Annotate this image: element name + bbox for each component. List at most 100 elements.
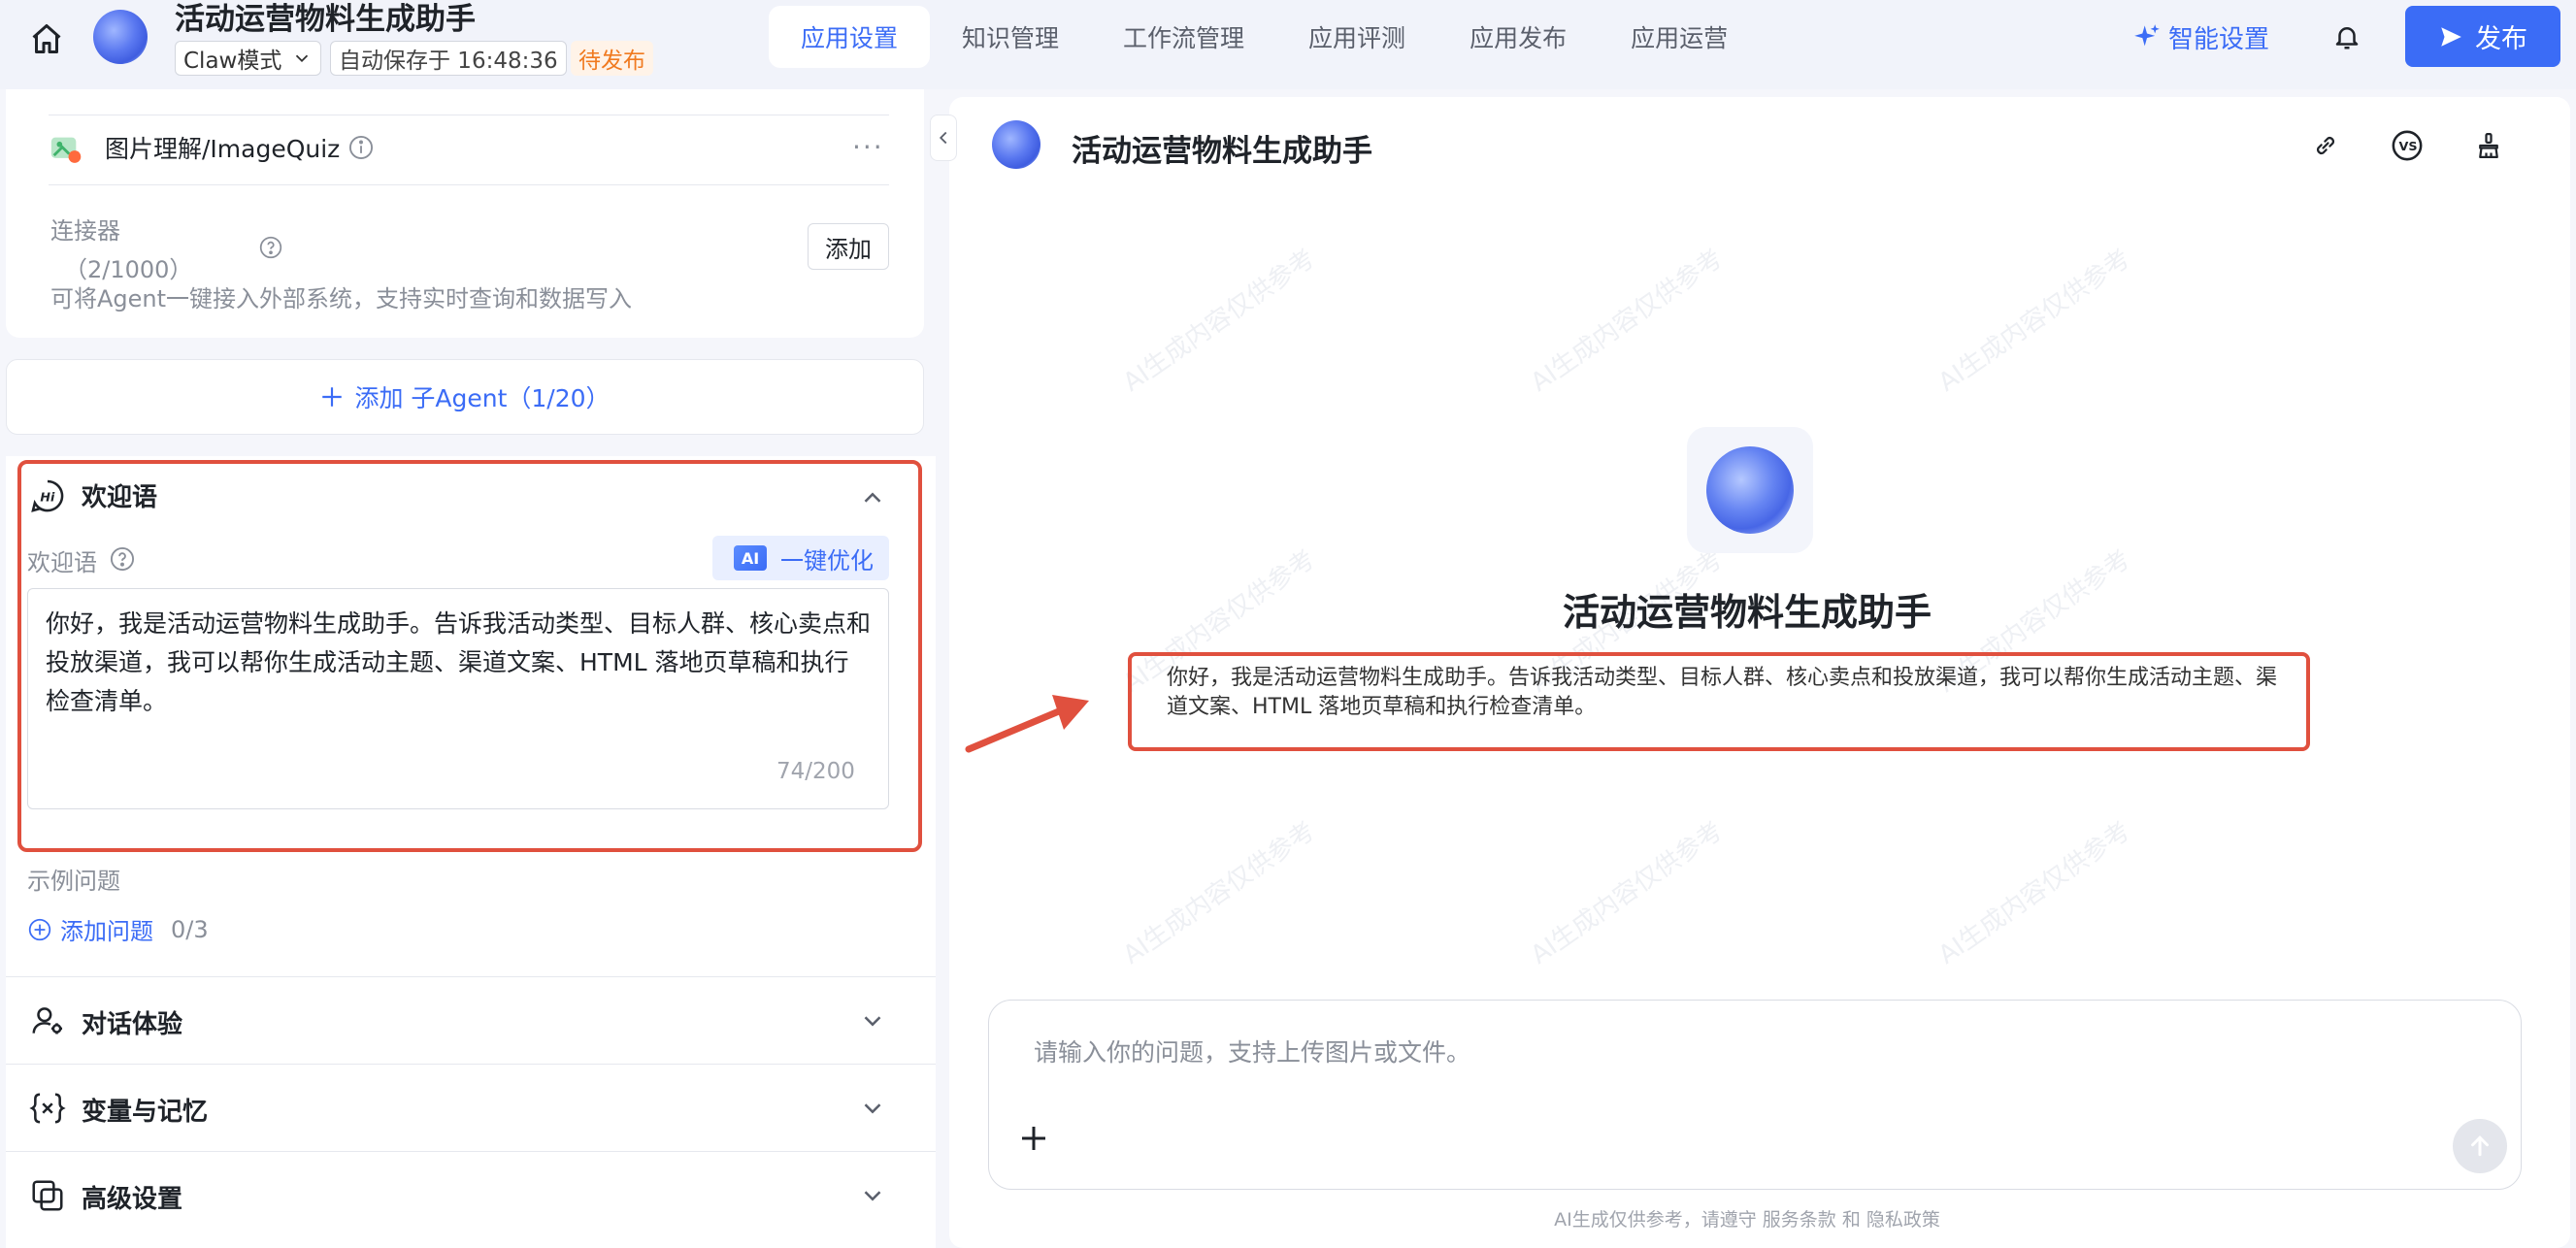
- variable-icon: [29, 1093, 66, 1124]
- chat-input-box[interactable]: 请输入你的问题，支持上传图片或文件。: [988, 1000, 2522, 1190]
- clear-button[interactable]: [2471, 128, 2506, 163]
- tab-evaluation[interactable]: 应用评测: [1276, 6, 1437, 68]
- home-button[interactable]: [25, 17, 68, 60]
- accordion-variables-memory[interactable]: 变量与记忆: [6, 1064, 936, 1149]
- smart-settings-label: 智能设置: [2168, 24, 2270, 54]
- plus-circle-icon: [28, 918, 51, 940]
- hero-logo-container: [1687, 427, 1813, 553]
- sparkle-icon: [2134, 24, 2160, 47]
- example-questions-label: 示例问题: [27, 868, 120, 895]
- hero-logo: [1706, 446, 1794, 534]
- accordion-dialog-experience[interactable]: 对话体验: [6, 976, 936, 1062]
- chevron-down-icon: [864, 1103, 881, 1114]
- info-icon[interactable]: [347, 134, 375, 161]
- left-config-panel: 图片理解/ImageQuiz ··· 连接器 （2/1000） 添加 可将Age…: [0, 89, 936, 1248]
- add-question-button[interactable]: 添加问题 0/3: [27, 912, 209, 946]
- divider: [49, 184, 889, 185]
- watermark: AI生成内容仅供参考: [1117, 244, 1321, 398]
- autosave-status: 自动保存于 16:48:36: [330, 41, 567, 76]
- send-button[interactable]: [2453, 1119, 2507, 1173]
- help-icon[interactable]: [109, 545, 136, 573]
- mode-select[interactable]: Claw模式: [175, 41, 322, 76]
- help-icon[interactable]: [258, 235, 283, 260]
- vs-icon: VS: [2392, 130, 2423, 161]
- watermark: AI生成内容仅供参考: [1525, 816, 1729, 970]
- app-logo: [93, 10, 148, 64]
- annotation-arrow: [965, 695, 1089, 753]
- chevron-down-icon: [296, 54, 309, 63]
- chevron-up-icon[interactable]: [858, 483, 887, 512]
- publish-button[interactable]: 发布: [2405, 6, 2560, 67]
- watermark: AI生成内容仅供参考: [1117, 816, 1321, 970]
- collapse-panel-button[interactable]: [930, 115, 957, 161]
- home-icon: [32, 24, 61, 53]
- copy-settings-icon: [32, 1180, 63, 1211]
- publish-label: 发布: [2475, 24, 2527, 54]
- welcome-section-title: 欢迎语: [82, 483, 158, 512]
- add-sub-agent-button[interactable]: 添加 子Agent（1/20）: [6, 359, 924, 435]
- ai-optimize-label: 一键优化: [780, 546, 874, 575]
- bell-icon: [2335, 27, 2359, 49]
- image-icon: [50, 137, 82, 163]
- ai-optimize-button[interactable]: AI 一键优化: [712, 536, 889, 580]
- smart-settings-button[interactable]: 智能设置: [2133, 17, 2269, 56]
- plugin-name: 图片理解/ImageQuiz: [105, 135, 341, 163]
- tab-workflow[interactable]: 工作流管理: [1091, 6, 1276, 68]
- arrow-up-icon: [2471, 1135, 2489, 1157]
- app-title: 活动运营物料生成助手: [175, 2, 476, 37]
- svg-text:VS: VS: [2399, 140, 2418, 154]
- skills-card: 图片理解/ImageQuiz ··· 连接器 （2/1000） 添加 可将Age…: [6, 89, 924, 338]
- top-bar: 活动运营物料生成助手 Claw模式 自动保存于 16:48:36 待发布 应用设…: [0, 0, 2576, 89]
- preview-panel: AI生成内容仅供参考 AI生成内容仅供参考 AI生成内容仅供参考 AI生成内容仅…: [949, 97, 2570, 1248]
- accordion-advanced-settings[interactable]: 高级设置: [6, 1151, 936, 1236]
- privacy-link[interactable]: 隐私政策: [1866, 1209, 1940, 1231]
- welcome-char-count: 74/200: [776, 759, 855, 784]
- welcome-textarea[interactable]: 你好，我是活动运营物料生成助手。告诉我活动类型、目标人群、核心卖点和投放渠道，我…: [27, 588, 889, 809]
- tab-app-settings[interactable]: 应用设置: [769, 6, 931, 68]
- chevron-left-icon: [939, 131, 947, 145]
- question-count: 0/3: [171, 915, 209, 943]
- hi-icon: Hi: [31, 479, 64, 512]
- user-settings-icon: [32, 1007, 63, 1035]
- terms-link[interactable]: 服务条款: [1763, 1209, 1836, 1231]
- nav-tabs: 应用设置 知识管理 工作流管理 应用评测 应用发布 应用运营: [769, 6, 1760, 68]
- more-options-icon[interactable]: ···: [852, 134, 884, 161]
- connector-description: 可将Agent一键接入外部系统，支持实时查询和数据写入: [50, 285, 633, 312]
- hero-title: 活动运营物料生成助手: [1562, 591, 1932, 634]
- add-sub-agent-label: 添加 子Agent（1/20）: [354, 384, 611, 412]
- watermark: AI生成内容仅供参考: [1932, 816, 2136, 970]
- disclaimer: AI生成仅供参考，请遵守 服务条款 和 隐私政策: [949, 1205, 2545, 1232]
- mode-select-label: Claw模式: [183, 49, 282, 74]
- watermark: AI生成内容仅供参考: [1525, 244, 1729, 398]
- add-connector-button[interactable]: 添加: [808, 223, 889, 270]
- welcome-label: 欢迎语: [27, 549, 97, 576]
- link-button[interactable]: [2308, 128, 2343, 163]
- svg-text:Hi: Hi: [40, 490, 55, 505]
- plus-icon[interactable]: [1016, 1121, 1051, 1156]
- plus-icon: [322, 387, 343, 407]
- add-question-label: 添加问题: [60, 918, 153, 945]
- chat-input-placeholder: 请输入你的问题，支持上传图片或文件。: [1034, 1038, 1471, 1067]
- disclaimer-and: 和: [1835, 1209, 1866, 1231]
- notification-button[interactable]: [2328, 17, 2366, 56]
- disclaimer-text: AI生成仅供参考，请遵守: [1554, 1209, 1763, 1231]
- accordion-label: 对话体验: [82, 1010, 183, 1039]
- watermark: AI生成内容仅供参考: [1932, 244, 2136, 398]
- send-icon: [2441, 26, 2461, 47]
- welcome-message-preview: 你好，我是活动运营物料生成助手。告诉我活动类型、目标人群、核心卖点和投放渠道，我…: [1128, 652, 2310, 751]
- chevron-down-icon: [864, 1191, 881, 1201]
- tab-release[interactable]: 应用发布: [1437, 6, 1599, 68]
- ai-badge-icon: AI: [734, 545, 767, 571]
- chevron-down-icon: [864, 1016, 881, 1027]
- brush-icon: [2479, 133, 2498, 158]
- compare-button[interactable]: VS: [2390, 128, 2425, 163]
- status-badge: 待发布: [571, 41, 653, 76]
- accordion-label: 变量与记忆: [82, 1098, 209, 1127]
- connector-title: 连接器: [50, 217, 120, 245]
- preview-logo: [992, 120, 1040, 169]
- tab-operation[interactable]: 应用运营: [1599, 6, 1760, 68]
- accordion-label: 高级设置: [82, 1185, 183, 1214]
- link-icon: [2317, 137, 2334, 154]
- tab-knowledge[interactable]: 知识管理: [930, 6, 1091, 68]
- preview-title: 活动运营物料生成助手: [1072, 134, 1372, 169]
